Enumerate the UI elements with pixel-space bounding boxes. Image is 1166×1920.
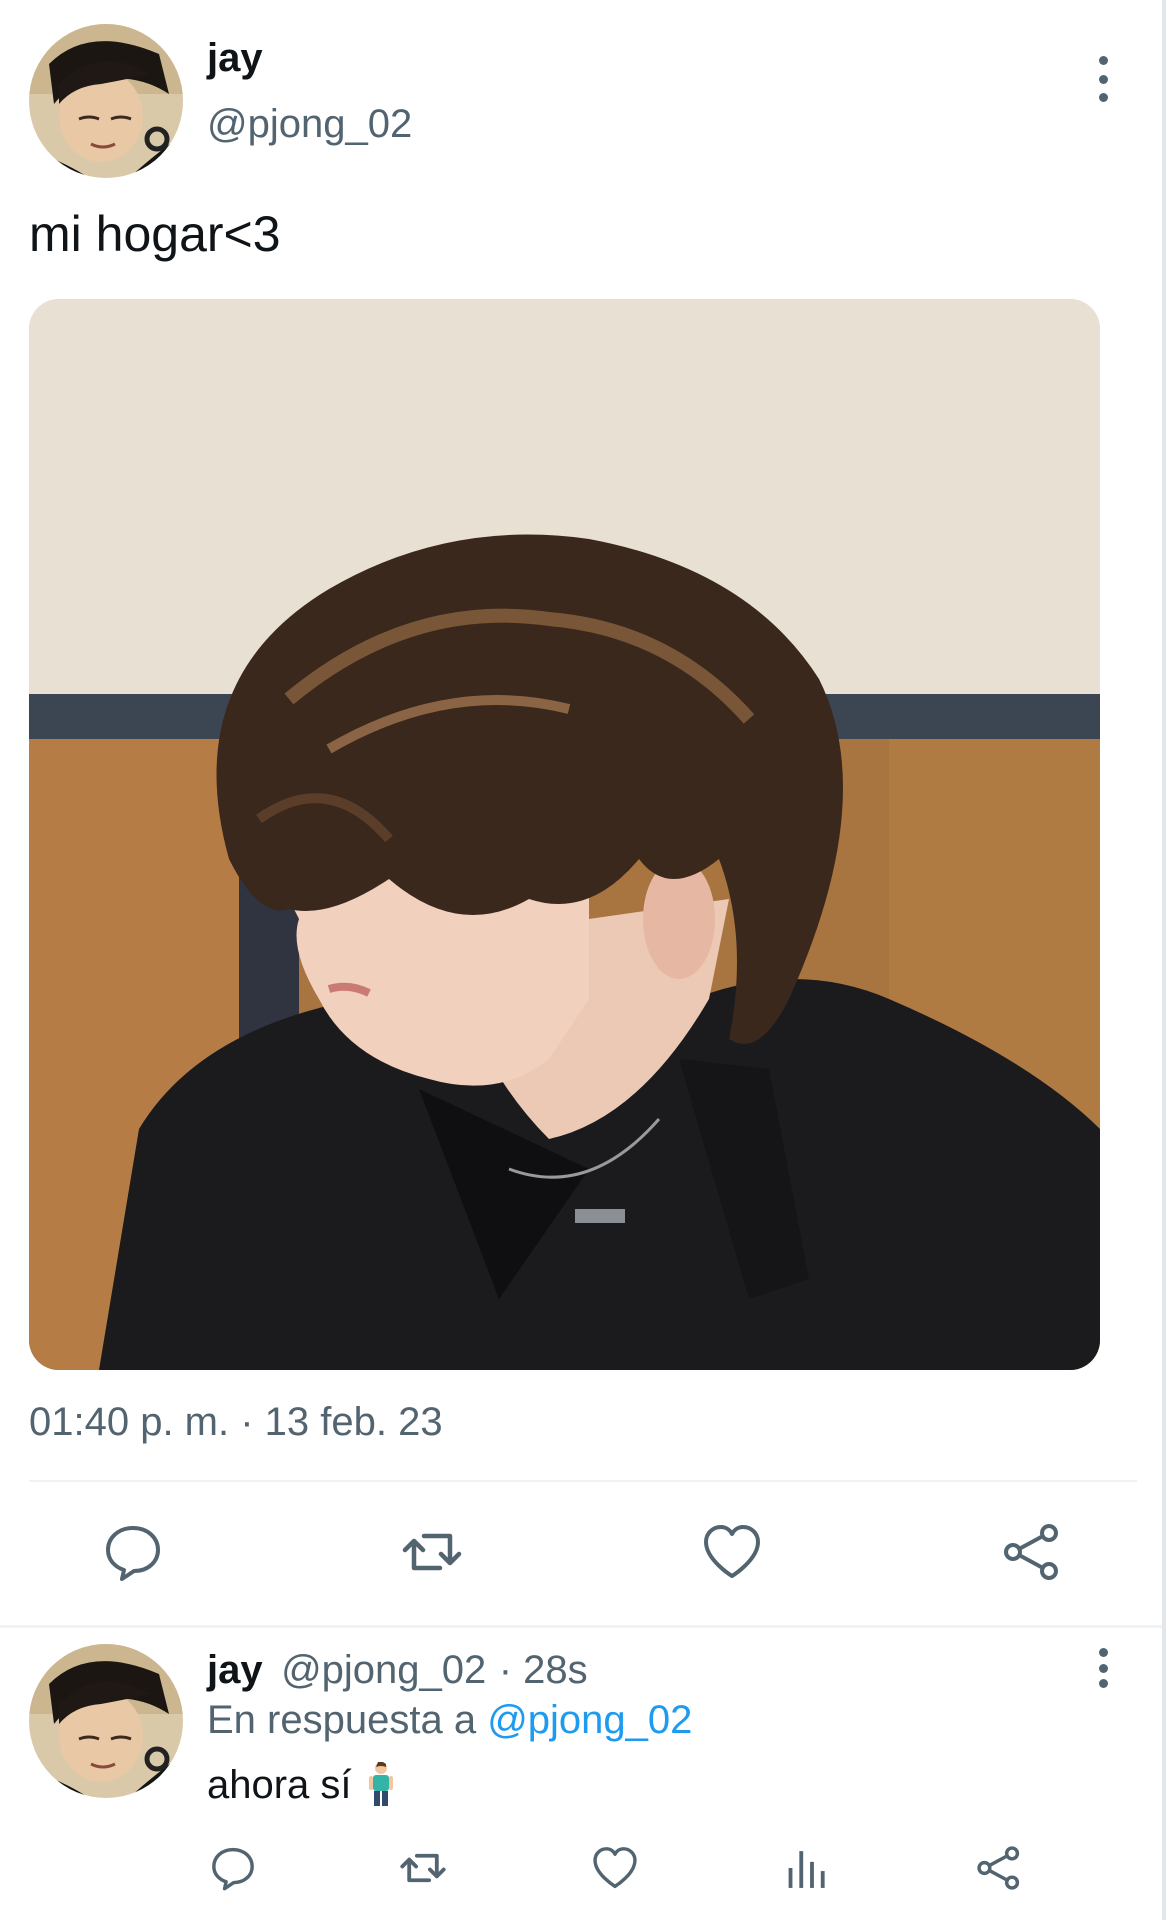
reply-action-retweet-icon[interactable] [400,1845,446,1891]
reply-action-heart-icon[interactable] [592,1845,638,1891]
author-display-name[interactable]: jay [207,36,263,81]
reply-action-reply-icon[interactable] [210,1845,256,1891]
replying-to-label: En respuesta a [207,1698,477,1742]
avatar-photo [29,24,183,178]
retweet-icon[interactable] [402,1522,462,1582]
replying-to-mention[interactable]: @pjong_02 [487,1698,692,1742]
scroll-edge [1162,0,1166,1920]
reply-text-line: ahora sí [207,1761,394,1808]
replying-to-line: En respuesta a @pjong_02 [207,1698,692,1743]
reply-time-ago: · 28s [498,1648,588,1692]
reply-text: ahora sí [207,1762,352,1807]
author-avatar[interactable] [29,24,183,178]
reply-author-display-name[interactable]: jay [207,1648,263,1692]
reply-action-share-icon[interactable] [976,1845,1022,1891]
reply-header: jay @pjong_02 · 28s [207,1648,588,1693]
share-icon[interactable] [1002,1522,1062,1582]
avatar-photo [29,1644,183,1798]
reply-author-handle[interactable]: @pjong_02 [281,1648,486,1692]
photo-young-man-profile [29,299,1100,1370]
heart-icon[interactable] [702,1522,762,1582]
section-divider [0,1625,1166,1628]
reply-author-avatar[interactable] [29,1644,183,1798]
tweet-media-image[interactable] [29,299,1100,1370]
author-handle[interactable]: @pjong_02 [207,102,412,147]
person-standing-emoji-icon [368,1761,394,1808]
divider [29,1480,1137,1482]
reply-icon[interactable] [103,1522,163,1582]
more-options-icon[interactable] [1088,56,1118,102]
tweet-timestamp[interactable]: 01:40 p. m. · 13 feb. 23 [29,1400,443,1445]
reply-more-options-icon[interactable] [1088,1648,1118,1688]
tweet-text: mi hogar<3 [29,206,281,262]
reply-action-analytics-icon[interactable] [784,1845,830,1891]
